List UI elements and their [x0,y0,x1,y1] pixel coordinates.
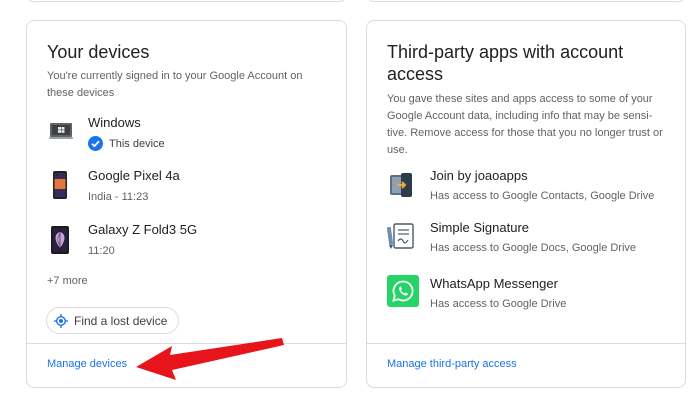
app-row-whatsapp[interactable]: WhatsApp Messenger Has access to Google … [387,273,672,313]
find-lost-device-label: Find a lost device [74,314,168,328]
device-detail: This device [109,138,165,150]
laptop-icon [49,123,73,144]
card-title: Your devices [47,42,150,62]
device-detail: India - 11:23 [88,191,149,203]
device-row-pixel[interactable]: Google Pixel 4a India - 11:23 [47,167,327,207]
manage-third-party-access-link[interactable]: Manage third-party access [387,358,517,370]
app-access: Has access to Google Docs, Google Drive [430,242,637,254]
card-footer: Manage third-party access [367,343,685,387]
device-row-galaxy-fold[interactable]: Galaxy Z Fold3 5G 11:20 [47,221,327,261]
check-circle-icon [88,136,103,151]
app-name: Simple Signature [430,220,529,235]
card-description: You're currently signed in to your Googl… [47,70,303,99]
app-row-join[interactable]: Join by joaoapps Has access to Google Co… [387,166,672,206]
device-name: Galaxy Z Fold3 5G [88,222,198,237]
annotation-arrow [136,338,284,380]
device-row-windows[interactable]: Windows This device [47,114,327,154]
whatsapp-icon [387,275,419,312]
app-name: WhatsApp Messenger [430,276,558,291]
device-name: Windows [88,115,141,130]
manage-devices-link[interactable]: Manage devices [47,358,127,370]
join-app-icon [387,171,415,204]
app-name: Join by joaoapps [430,168,528,183]
signature-app-icon [386,221,417,256]
device-name: Google Pixel 4a [88,168,180,183]
more-devices-link[interactable]: +7 more [47,275,88,287]
find-lost-device-button[interactable]: Find a lost device [46,307,179,334]
foldable-phone-icon [51,226,69,259]
your-devices-card: Your devices You're currently signed in … [26,20,347,388]
app-access: Has access to Google Contacts, Google Dr… [430,190,655,202]
third-party-apps-card: Third-party apps with account access You… [366,20,686,388]
card-title: Third-party apps with account access [387,42,624,84]
phone-icon [53,171,67,204]
previous-card-edge [366,0,686,2]
card-description: You gave these sites and apps access to … [387,93,663,156]
device-detail: 11:20 [88,245,115,257]
app-row-simple-signature[interactable]: Simple Signature Has access to Google Do… [386,217,672,257]
app-access: Has access to Google Drive [430,298,567,310]
locate-icon [54,314,68,328]
previous-card-edge [26,0,347,2]
